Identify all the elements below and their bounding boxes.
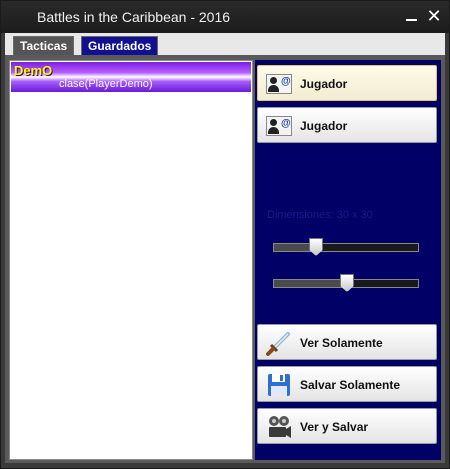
contact-card-icon: @ xyxy=(266,116,292,136)
app-window: Battles in the Caribbean - 2016 ✕ Tactic… xyxy=(0,0,450,469)
close-button[interactable]: ✕ xyxy=(423,5,445,27)
minimize-button[interactable] xyxy=(401,5,423,27)
tab-guardados[interactable]: Guardados xyxy=(81,36,159,55)
player-2-label: Jugador xyxy=(300,119,348,133)
slider-2-thumb[interactable] xyxy=(340,274,354,292)
view-and-save-label: Ver y Salvar xyxy=(300,420,369,434)
tab-strip: Tacticas Guardados xyxy=(5,33,445,55)
list-item[interactable]: DemO clase(PlayerDemo) xyxy=(11,62,251,92)
item-name: DemO xyxy=(14,63,53,78)
dimensions-label: Dimensiones: 30 x 30 xyxy=(267,209,373,221)
options-panel: @ Jugador @ Jugador Dimensiones: 30 x 30 xyxy=(255,60,441,460)
window-title: Battles in the Caribbean - 2016 xyxy=(37,9,231,25)
dimension-slider-2[interactable] xyxy=(273,274,419,292)
player-2-button[interactable]: @ Jugador xyxy=(257,107,437,143)
item-class: clase(PlayerDemo) xyxy=(59,78,153,90)
view-only-button[interactable]: Ver Solamente xyxy=(257,324,437,360)
camera-reel-icon xyxy=(269,416,291,438)
sword-icon xyxy=(266,332,290,356)
dimension-slider-1[interactable] xyxy=(273,238,419,256)
floppy-disk-icon xyxy=(268,374,290,396)
contact-card-icon: @ xyxy=(266,74,292,94)
slider-1-thumb[interactable] xyxy=(309,238,323,256)
tab-content: DemO clase(PlayerDemo) @ Jugador @ Jugad… xyxy=(5,55,445,463)
view-and-save-button[interactable]: Ver y Salvar xyxy=(257,408,437,444)
player-1-button[interactable]: @ Jugador xyxy=(257,65,437,101)
title-bar[interactable]: Battles in the Caribbean - 2016 ✕ xyxy=(1,1,449,33)
save-only-button[interactable]: Salvar Solamente xyxy=(257,366,437,402)
tab-tacticas[interactable]: Tacticas xyxy=(13,36,75,55)
tactics-list[interactable]: DemO clase(PlayerDemo) xyxy=(9,60,253,460)
player-1-label: Jugador xyxy=(300,77,348,91)
view-only-label: Ver Solamente xyxy=(300,336,383,350)
save-only-label: Salvar Solamente xyxy=(300,378,401,392)
